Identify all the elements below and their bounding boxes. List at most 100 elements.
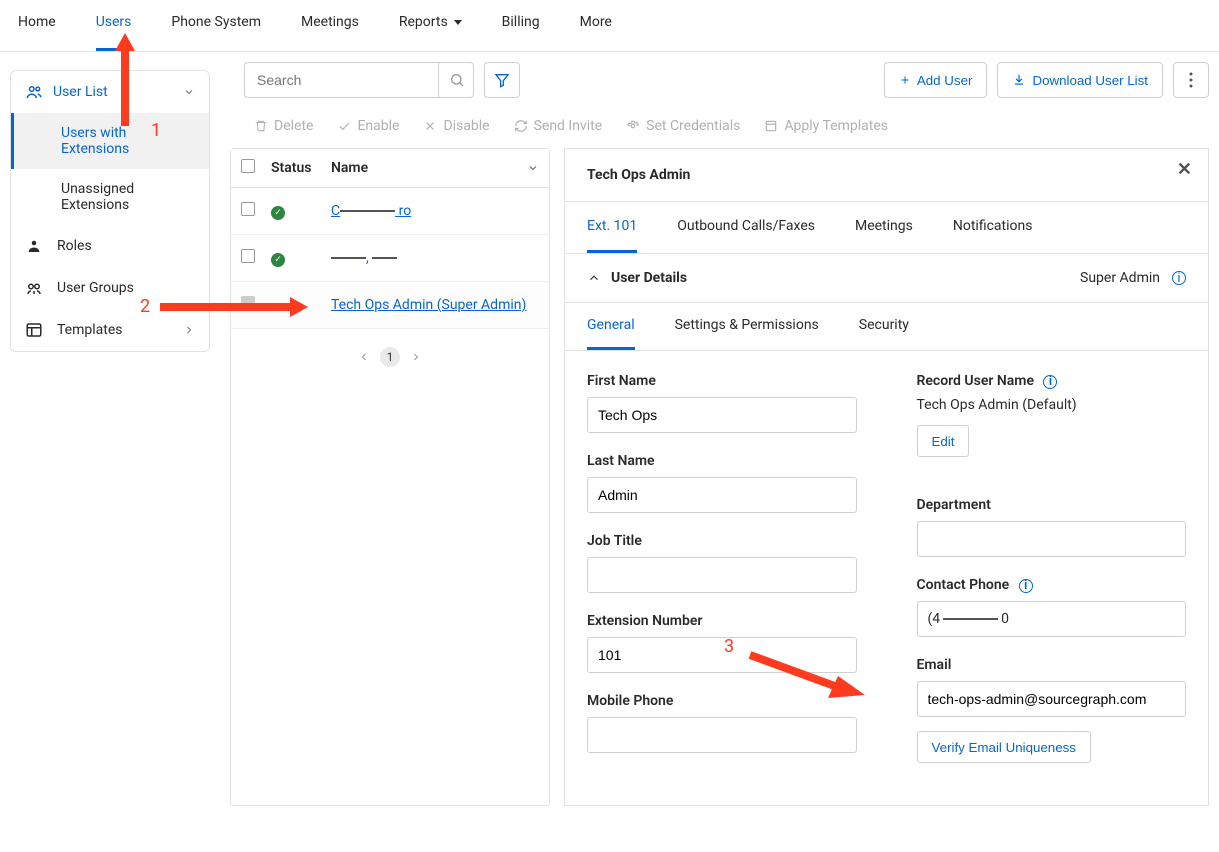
col-name-header[interactable]: Name <box>331 160 368 176</box>
sidebar-user-list[interactable]: User List <box>11 71 209 113</box>
sidebar-roles-label: Roles <box>57 238 92 254</box>
user-link[interactable]: , <box>331 250 397 266</box>
top-nav: Home Users Phone System Meetings Reports… <box>0 0 1219 52</box>
contact-phone-label: Contact Phone i <box>917 577 1187 593</box>
more-menu-button[interactable] <box>1173 62 1209 98</box>
enable-action[interactable]: Enable <box>337 118 399 134</box>
last-name-label: Last Name <box>587 453 857 469</box>
select-all-checkbox[interactable] <box>241 159 255 173</box>
gear-icon <box>626 119 640 133</box>
disable-action[interactable]: Disable <box>423 118 489 134</box>
edit-record-name-button[interactable]: Edit <box>917 425 970 457</box>
apply-templates-action[interactable]: Apply Templates <box>764 118 888 134</box>
user-link[interactable]: Tech Ops Admin (Super Admin) <box>331 297 526 313</box>
tab-ext[interactable]: Ext. 101 <box>587 202 637 253</box>
pager-prev[interactable] <box>358 351 370 363</box>
info-icon[interactable]: i <box>1172 271 1186 285</box>
row-checkbox[interactable] <box>241 202 255 216</box>
list-header: Status Name <box>231 149 549 188</box>
row-checkbox[interactable] <box>241 249 255 263</box>
kebab-icon <box>1189 72 1193 88</box>
sidebar: User List Users with Extensions Unassign… <box>10 70 210 806</box>
subtab-security[interactable]: Security <box>859 303 909 350</box>
pager: 1 <box>231 329 549 385</box>
add-user-button[interactable]: Add User <box>884 62 988 98</box>
check-icon <box>337 119 351 133</box>
status-active-icon: ✓ <box>271 206 285 220</box>
template-icon <box>25 321 43 339</box>
filter-icon <box>494 72 510 88</box>
download-user-list-button[interactable]: Download User List <box>997 62 1163 98</box>
last-name-input[interactable] <box>587 477 857 513</box>
batch-actions: Delete Enable Disable Send Invite Set Cr… <box>220 108 1209 148</box>
info-icon[interactable]: i <box>1019 579 1033 593</box>
table-row[interactable]: ✓ , <box>231 235 549 282</box>
email-input[interactable] <box>917 681 1187 717</box>
disable-label: Disable <box>443 118 489 134</box>
pager-next[interactable] <box>410 351 422 363</box>
nav-meetings[interactable]: Meetings <box>301 14 359 51</box>
nav-reports[interactable]: Reports <box>399 14 462 51</box>
detail-header: Tech Ops Admin ✕ <box>565 148 1208 201</box>
tab-meetings[interactable]: Meetings <box>855 202 913 253</box>
first-name-input[interactable] <box>587 397 857 433</box>
filter-button[interactable] <box>484 62 520 98</box>
mobile-label: Mobile Phone <box>587 693 857 709</box>
extension-input[interactable] <box>587 637 857 673</box>
sidebar-unassigned-extensions[interactable]: Unassigned Extensions <box>11 169 209 225</box>
set-credentials-action[interactable]: Set Credentials <box>626 118 740 134</box>
nav-billing[interactable]: Billing <box>502 14 540 51</box>
table-row[interactable]: ✓ C ro <box>231 188 549 235</box>
nav-home[interactable]: Home <box>18 14 56 51</box>
toolbar: Add User Download User List <box>220 52 1209 108</box>
search-icon[interactable] <box>438 62 474 98</box>
tab-notifications[interactable]: Notifications <box>953 202 1033 253</box>
template-icon <box>764 119 778 133</box>
row-checkbox[interactable] <box>241 296 255 310</box>
user-link[interactable]: C ro <box>331 203 411 219</box>
mobile-input[interactable] <box>587 717 857 753</box>
chevron-right-icon <box>183 324 195 336</box>
person-icon <box>25 237 43 255</box>
set-credentials-label: Set Credentials <box>646 118 740 134</box>
chevron-down-icon[interactable] <box>527 162 539 174</box>
delete-action[interactable]: Delete <box>254 118 313 134</box>
department-input[interactable] <box>917 521 1187 557</box>
email-label: Email <box>917 657 1187 673</box>
apply-templates-label: Apply Templates <box>784 118 888 134</box>
close-button[interactable]: ✕ <box>1177 159 1192 180</box>
sidebar-roles[interactable]: Roles <box>11 225 209 267</box>
sidebar-users-with-extensions[interactable]: Users with Extensions <box>11 113 209 169</box>
contact-phone-input[interactable]: (4 0 <box>917 601 1187 637</box>
extension-label: Extension Number <box>587 613 857 629</box>
info-icon[interactable]: i <box>1043 375 1057 389</box>
nav-more[interactable]: More <box>580 14 612 51</box>
section-user-details[interactable]: User Details Super Admin i <box>565 254 1208 303</box>
verify-email-button[interactable]: Verify Email Uniqueness <box>917 731 1091 763</box>
table-row[interactable]: Tech Ops Admin (Super Admin) <box>231 282 549 329</box>
subtab-general[interactable]: General <box>587 303 635 350</box>
tab-outbound[interactable]: Outbound Calls/Faxes <box>677 202 815 253</box>
sidebar-user-list-label: User List <box>53 84 108 100</box>
department-label: Department <box>917 497 1187 513</box>
sidebar-templates[interactable]: Templates <box>11 309 209 351</box>
status-active-icon: ✓ <box>271 253 285 267</box>
delete-label: Delete <box>274 118 313 134</box>
sidebar-user-groups[interactable]: User Groups <box>11 267 209 309</box>
trash-icon <box>254 119 268 133</box>
refresh-icon <box>514 119 528 133</box>
nav-users[interactable]: Users <box>96 14 132 51</box>
search-wrapper <box>244 62 474 98</box>
record-name-value: Tech Ops Admin (Default) <box>917 397 1187 413</box>
sidebar-templates-label: Templates <box>57 322 123 338</box>
job-title-input[interactable] <box>587 557 857 593</box>
sidebar-user-groups-label: User Groups <box>57 280 134 296</box>
chevron-down-icon <box>183 86 195 98</box>
send-invite-action[interactable]: Send Invite <box>514 118 603 134</box>
nav-phone-system[interactable]: Phone System <box>171 14 261 51</box>
pager-page-1[interactable]: 1 <box>380 347 400 367</box>
col-status-header[interactable]: Status <box>271 160 331 176</box>
job-title-label: Job Title <box>587 533 857 549</box>
subtab-settings[interactable]: Settings & Permissions <box>675 303 819 350</box>
enable-label: Enable <box>357 118 399 134</box>
